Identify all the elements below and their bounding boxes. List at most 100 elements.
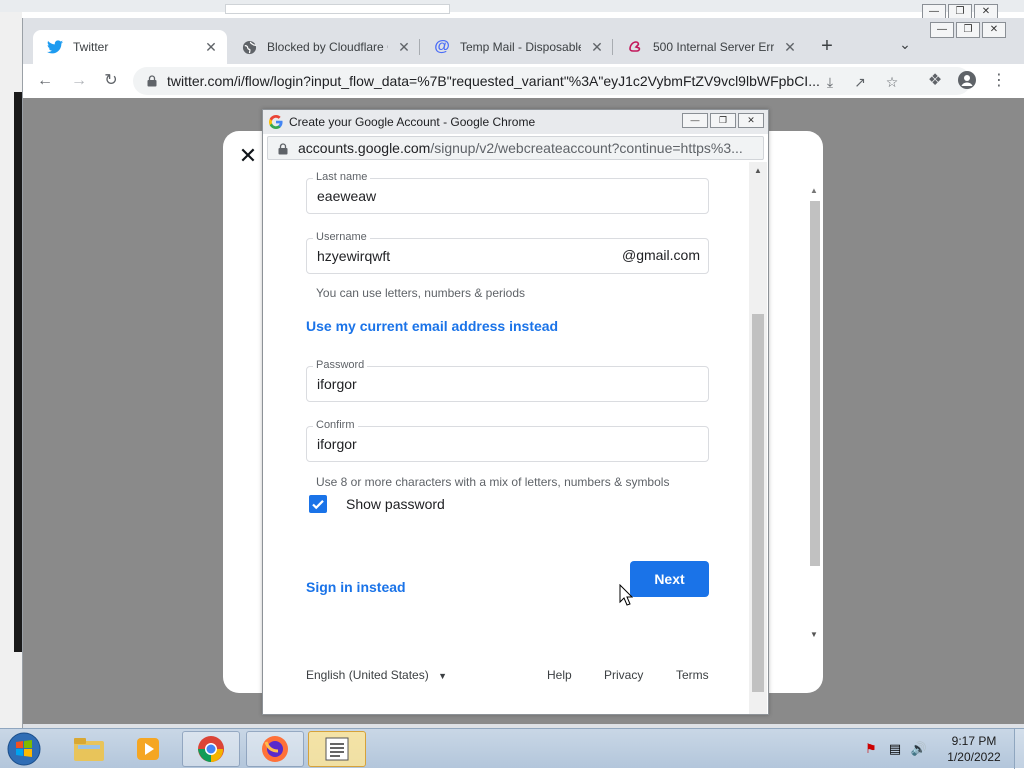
restore-button[interactable]: ❐ xyxy=(956,22,980,38)
signup-form: Last name eaeweaw Username hzyewirqwft @… xyxy=(263,162,749,714)
lock-icon xyxy=(278,143,288,155)
show-password-checkbox[interactable] xyxy=(309,495,327,513)
field-value: hzyewirqwft xyxy=(317,248,391,264)
restore-button[interactable]: ❐ xyxy=(710,113,736,128)
address-url: twitter.com/i/flow/login?input_flow_data… xyxy=(167,73,820,89)
globe-icon xyxy=(241,39,257,55)
kebab-menu-icon[interactable]: ⋮ xyxy=(989,71,1009,91)
new-tab-button[interactable]: + xyxy=(816,36,838,58)
network-icon[interactable]: ▤ xyxy=(886,740,904,758)
browser-toolbar: ← → ↻ twitter.com/i/flow/login?input_flo… xyxy=(23,64,1024,98)
username-field[interactable]: Username hzyewirqwft @gmail.com xyxy=(306,231,709,274)
password-hint: Use 8 or more characters with a mix of l… xyxy=(316,475,670,489)
tab-cloudflare[interactable]: Blocked by Cloudflare G ✕ xyxy=(227,30,420,64)
tab-title: 500 Internal Server Error xyxy=(653,40,774,54)
show-desktop-button[interactable] xyxy=(1014,729,1024,769)
close-icon[interactable]: ✕ xyxy=(589,39,605,55)
minimize-button[interactable]: — xyxy=(682,113,708,128)
firefox-icon xyxy=(262,736,288,762)
lock-icon xyxy=(147,75,157,87)
language-label: English (United States) xyxy=(306,668,429,682)
media-player-taskbar-button[interactable] xyxy=(120,731,178,767)
notepad-icon xyxy=(325,737,349,761)
back-arrow-icon[interactable]: ← xyxy=(35,71,55,91)
share-icon[interactable]: ↗ xyxy=(851,73,869,91)
background-window xyxy=(225,4,450,14)
field-label: Password xyxy=(313,359,368,371)
tab-title: Twitter xyxy=(73,40,109,54)
google-signup-popup: Create your Google Account - Google Chro… xyxy=(262,109,769,715)
privacy-link[interactable]: Privacy xyxy=(604,668,643,682)
terms-link[interactable]: Terms xyxy=(676,668,709,682)
tab-strip: Twitter ✕ Blocked by Cloudflare G ✕ @ Te… xyxy=(23,18,1024,64)
close-window-button[interactable]: ✕ xyxy=(982,22,1006,38)
clock-date: 1/20/2022 xyxy=(947,750,1001,764)
notepad-taskbar-button[interactable] xyxy=(308,731,366,767)
tab-server-error[interactable]: 500 Internal Server Error ✕ xyxy=(613,30,806,64)
field-value: iforgor xyxy=(317,376,357,392)
close-icon[interactable]: ✕ xyxy=(782,39,798,55)
username-hint: You can use letters, numbers & periods xyxy=(316,286,526,300)
tab-twitter[interactable]: Twitter ✕ xyxy=(33,30,227,64)
last-name-field[interactable]: Last name eaeweaw xyxy=(306,171,709,214)
help-link[interactable]: Help xyxy=(547,668,572,682)
popup-scrollbar[interactable]: ▲ xyxy=(749,162,767,714)
close-icon[interactable]: ✕ xyxy=(396,39,412,55)
next-button[interactable]: Next xyxy=(630,561,709,597)
start-button[interactable] xyxy=(6,731,44,767)
close-icon[interactable]: ✕ xyxy=(237,145,259,167)
chevron-down-icon[interactable]: ⌄ xyxy=(895,36,915,56)
system-tray: ⚑ ▤ 🔊 xyxy=(862,735,934,763)
password-field[interactable]: Password iforgor xyxy=(306,359,709,402)
explorer-taskbar-button[interactable] xyxy=(60,731,118,767)
download-icon[interactable]: ⤓ xyxy=(821,73,839,91)
popup-address-bar[interactable]: accounts.google.com/signup/v2/webcreatea… xyxy=(267,136,764,160)
media-player-icon xyxy=(137,738,159,760)
minimize-button[interactable]: — xyxy=(930,22,954,38)
reload-icon[interactable]: ↻ xyxy=(101,71,121,91)
tab-title: Temp Mail - Disposable xyxy=(460,40,581,54)
twitter-bird-icon xyxy=(47,39,63,55)
caret-down-icon: ▼ xyxy=(438,671,447,681)
hand-logo-icon xyxy=(627,39,643,55)
field-value: iforgor xyxy=(317,436,357,452)
confirm-password-field[interactable]: Confirm iforgor xyxy=(306,419,709,462)
star-icon[interactable]: ☆ xyxy=(883,73,901,91)
address-bar[interactable]: twitter.com/i/flow/login?input_flow_data… xyxy=(133,67,971,95)
tab-title: Blocked by Cloudflare G xyxy=(267,40,388,54)
folder-icon xyxy=(74,738,104,761)
profile-avatar-icon[interactable] xyxy=(957,71,977,91)
forward-arrow-icon[interactable]: → xyxy=(69,71,89,91)
scroll-down-arrow-icon[interactable]: ▼ xyxy=(808,630,820,642)
tab-temp-mail[interactable]: @ Temp Mail - Disposable ✕ xyxy=(420,30,613,64)
field-label: Username xyxy=(313,231,370,243)
desktop-top-strip xyxy=(0,0,1024,12)
modal-scrollbar[interactable]: ▲ xyxy=(808,185,820,645)
field-label: Confirm xyxy=(313,419,358,431)
show-password-label: Show password xyxy=(346,496,445,512)
popup-url-host: accounts.google.com xyxy=(298,140,431,156)
taskbar-clock[interactable]: 9:17 PM 1/20/2022 xyxy=(940,733,1008,765)
chrome-icon xyxy=(198,736,224,762)
language-selector[interactable]: English (United States) ▼ xyxy=(306,668,447,682)
window-controls: — ❐ ✕ xyxy=(928,22,1006,40)
sign-in-instead-link[interactable]: Sign in instead xyxy=(306,579,406,595)
mouse-cursor-icon xyxy=(619,584,633,606)
at-sign-icon: @ xyxy=(434,38,450,55)
gmail-suffix: @gmail.com xyxy=(621,247,700,263)
field-value: eaeweaw xyxy=(317,188,377,204)
volume-icon[interactable]: 🔊 xyxy=(910,740,928,758)
popup-url-path: /signup/v2/webcreateaccount?continue=htt… xyxy=(430,140,743,156)
action-center-flag-icon[interactable]: ⚑ xyxy=(862,740,880,758)
google-g-icon xyxy=(269,115,283,129)
close-window-button[interactable]: ✕ xyxy=(738,113,764,128)
use-current-email-link[interactable]: Use my current email address instead xyxy=(306,318,558,334)
chrome-taskbar-button[interactable] xyxy=(182,731,240,767)
clock-time: 9:17 PM xyxy=(951,734,997,748)
extensions-puzzle-icon[interactable]: ❖ xyxy=(925,71,945,91)
firefox-taskbar-button[interactable] xyxy=(246,731,304,767)
popup-window-title: Create your Google Account - Google Chro… xyxy=(289,115,536,129)
field-label: Last name xyxy=(313,171,371,183)
checkmark-icon xyxy=(312,500,324,510)
close-icon[interactable]: ✕ xyxy=(203,39,219,55)
